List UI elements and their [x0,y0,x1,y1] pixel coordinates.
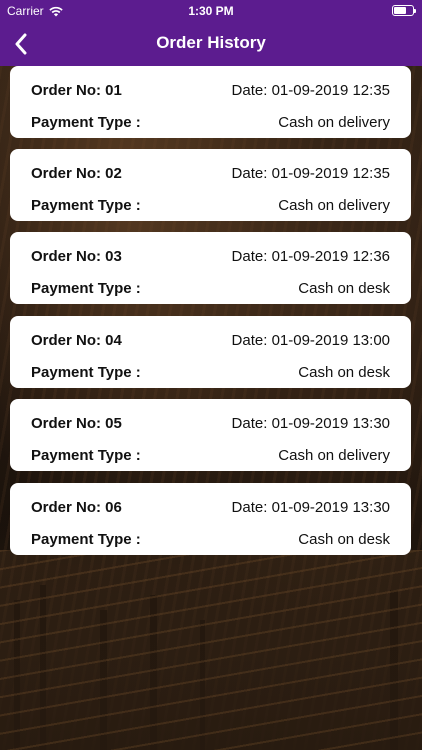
order-date: Date: 01-09-2019 13:30 [231,499,390,516]
battery-icon [392,5,416,16]
payment-type-value: Cash on delivery [278,197,390,214]
order-card[interactable]: Order No: 05 Date: 01-09-2019 13:30 Paym… [10,399,411,471]
payment-type-label: Payment Type : [31,197,141,214]
payment-type-value: Cash on desk [298,531,390,548]
order-card[interactable]: Order No: 04 Date: 01-09-2019 13:00 Paym… [10,316,411,388]
payment-type-value: Cash on desk [298,280,390,297]
order-card[interactable]: Order No: 03 Date: 01-09-2019 12:36 Paym… [10,232,411,304]
order-date: Date: 01-09-2019 13:30 [231,415,390,432]
order-date: Date: 01-09-2019 12:35 [231,82,390,99]
order-date: Date: 01-09-2019 12:36 [231,248,390,265]
payment-type-label: Payment Type : [31,447,141,464]
payment-type-label: Payment Type : [31,364,141,381]
payment-type-value: Cash on delivery [278,447,390,464]
order-number: Order No: 03 [31,248,122,265]
navigation-bar: Order History [0,22,422,66]
order-number: Order No: 01 [31,82,122,99]
order-card[interactable]: Order No: 02 Date: 01-09-2019 12:35 Paym… [10,149,411,221]
payment-type-label: Payment Type : [31,280,141,297]
order-date: Date: 01-09-2019 13:00 [231,332,390,349]
page-title: Order History [156,33,266,52]
order-card[interactable]: Order No: 06 Date: 01-09-2019 13:30 Paym… [10,483,411,555]
payment-type-value: Cash on delivery [278,114,390,131]
order-date: Date: 01-09-2019 12:35 [231,165,390,182]
order-number: Order No: 06 [31,499,122,516]
payment-type-label: Payment Type : [31,114,141,131]
payment-type-label: Payment Type : [31,531,141,548]
clock: 1:30 PM [188,4,234,18]
order-number: Order No: 05 [31,415,122,432]
status-bar: Carrier 1:30 PM [0,0,422,22]
order-number: Order No: 02 [31,165,122,182]
payment-type-value: Cash on desk [298,364,390,381]
order-number: Order No: 04 [31,332,122,349]
order-card[interactable]: Order No: 01 Date: 01-09-2019 12:35 Paym… [10,66,411,138]
